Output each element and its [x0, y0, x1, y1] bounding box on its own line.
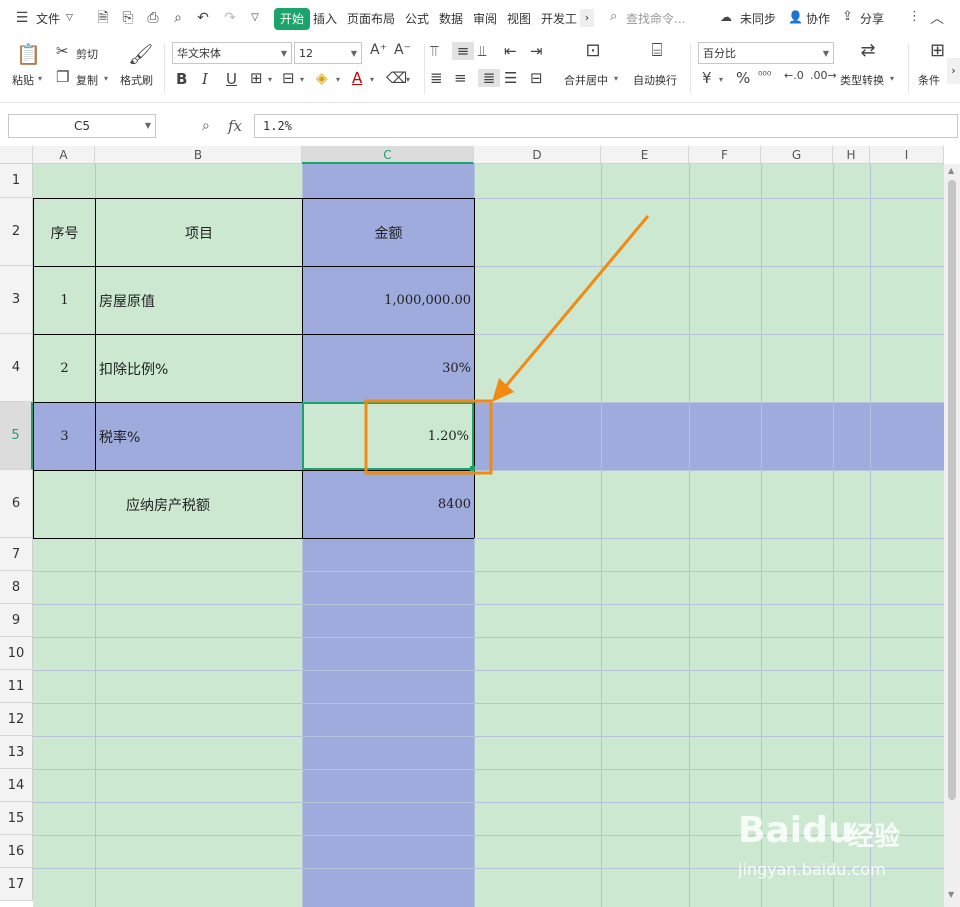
annotation-arrow [504, 215, 650, 387]
annotation-overlay [364, 215, 650, 475]
watermark-cn: 经验 [848, 822, 901, 852]
highlight-box [364, 399, 493, 475]
watermark-brand: Baidu [738, 810, 854, 851]
baidu-watermark: Baidu 经验 jingyan.baidu.com [738, 810, 938, 890]
watermark-url: jingyan.baidu.com [738, 860, 886, 879]
